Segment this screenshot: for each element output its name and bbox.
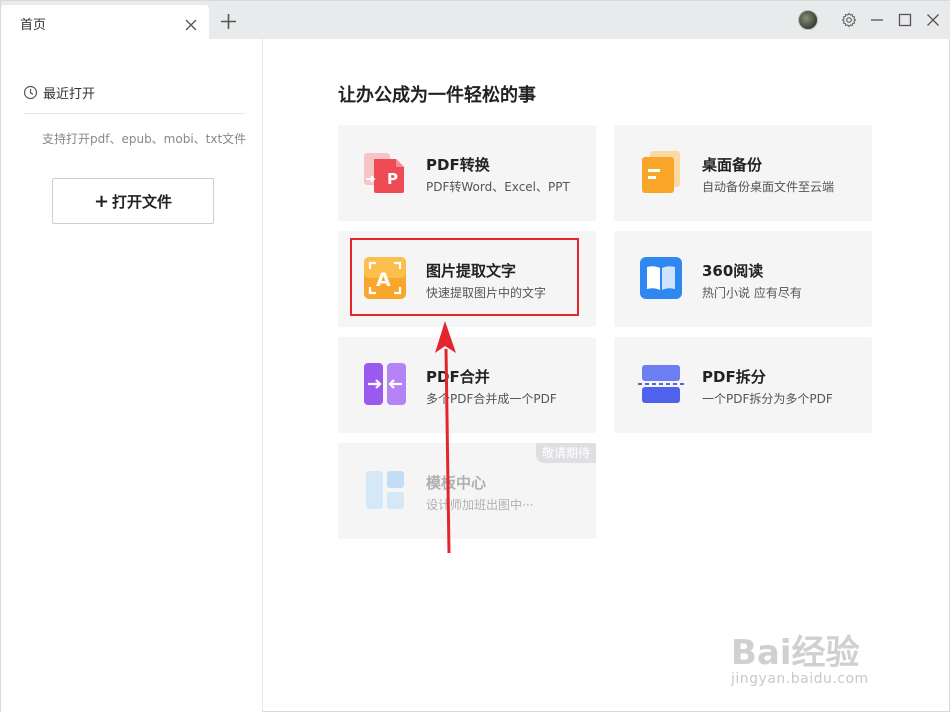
new-tab-icon[interactable] [220, 13, 237, 30]
pdf-merge-icon [364, 363, 406, 405]
pdf-split-icon [638, 365, 684, 403]
user-avatar[interactable] [798, 10, 818, 30]
recent-files-header[interactable]: 最近打开 [23, 83, 96, 102]
watermark-url: jingyan.baidu.com [731, 671, 869, 687]
minimize-icon[interactable] [869, 12, 885, 28]
maximize-icon[interactable] [897, 12, 913, 28]
annotation-arrow-icon [435, 321, 456, 554]
card-desktop-backup[interactable]: 桌面备份 自动备份桌面文件至云端 [614, 125, 872, 221]
recent-files-label: 最近打开 [43, 86, 96, 102]
settings-gear-icon[interactable] [841, 12, 857, 28]
svg-text:P: P [387, 170, 398, 188]
app-window: 首页 最近打开 支持打开pdf、epub、mobi、txt文件 + 打开文件 让… [0, 0, 950, 712]
plus-icon: + [93, 190, 110, 212]
clock-icon [23, 85, 38, 99]
card-title: 桌面备份 [702, 156, 763, 174]
tab-home-label: 首页 [20, 18, 47, 33]
close-tab-icon[interactable] [185, 19, 197, 31]
tab-home[interactable]: 首页 [1, 5, 209, 39]
open-file-button[interactable]: + 打开文件 [52, 178, 214, 224]
page-title: 让办公成为一件轻松的事 [338, 85, 536, 106]
pdf-convert-icon: P [364, 153, 404, 193]
book-reading-icon [640, 257, 682, 299]
card-desc: 热门小说 应有尽有 [702, 286, 802, 300]
open-file-label: 打开文件 [112, 192, 173, 211]
title-bar: 首页 [1, 1, 950, 39]
close-window-icon[interactable] [925, 12, 941, 28]
card-pdf-split[interactable]: PDF拆分 一个PDF拆分为多个PDF [614, 337, 872, 433]
card-pdf-convert[interactable]: P PDF转换 PDF转Word、Excel、PPT [338, 125, 596, 221]
card-title: PDF拆分 [702, 368, 766, 386]
sidebar: 最近打开 支持打开pdf、epub、mobi、txt文件 + 打开文件 [1, 39, 263, 712]
annotation-highlight-box [350, 238, 579, 316]
watermark-brand: Bai经验 [731, 633, 860, 673]
supported-formats-text: 支持打开pdf、epub、mobi、txt文件 [42, 132, 247, 146]
card-title: PDF转换 [426, 156, 490, 174]
template-center-icon [366, 471, 404, 509]
sidebar-divider [23, 113, 245, 114]
card-title: 360阅读 [702, 262, 764, 280]
card-desc: PDF转Word、Excel、PPT [426, 180, 570, 194]
card-desc: 自动备份桌面文件至云端 [702, 180, 835, 194]
card-360-reading[interactable]: 360阅读 热门小说 应有尽有 [614, 231, 872, 327]
card-desc: 一个PDF拆分为多个PDF [702, 392, 833, 406]
coming-soon-badge: 敬请期待 [535, 443, 596, 463]
desktop-backup-icon [642, 151, 680, 193]
